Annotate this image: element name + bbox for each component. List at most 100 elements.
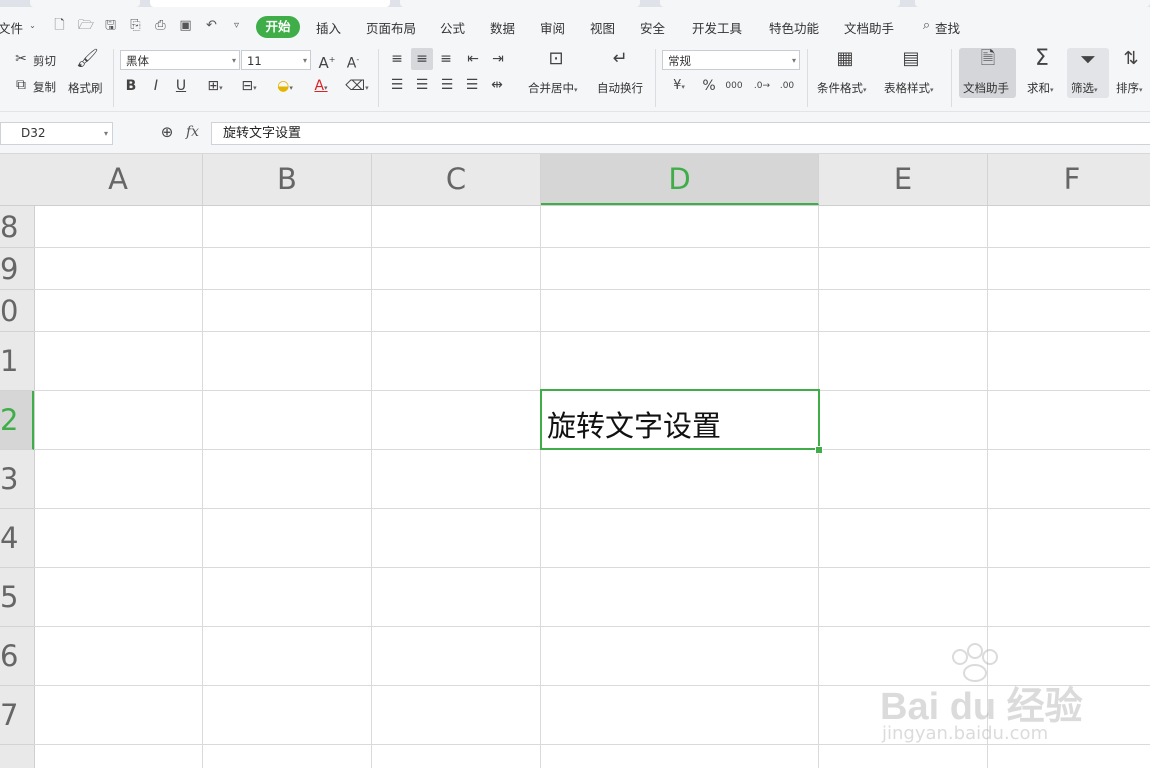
- align-top-icon[interactable]: ≡: [388, 50, 406, 68]
- conditional-format-label[interactable]: 条件格式▾: [817, 80, 867, 96]
- column-header-e[interactable]: E: [819, 154, 988, 205]
- percent-button[interactable]: %: [700, 77, 718, 95]
- zoom-lookup-icon[interactable]: ⊕: [158, 123, 176, 141]
- row-header[interactable]: 9: [0, 248, 34, 290]
- increase-font-icon[interactable]: A+: [318, 51, 336, 72]
- table-style-icon[interactable]: ▤: [898, 50, 924, 68]
- tab-document-active[interactable]: [150, 0, 390, 7]
- currency-icon[interactable]: ¥▾: [666, 77, 692, 96]
- row-header-selected[interactable]: 2: [0, 391, 34, 450]
- table-style-label[interactable]: 表格样式▾: [884, 80, 934, 96]
- column-header-c[interactable]: C: [372, 154, 541, 205]
- name-box[interactable]: D32 ▾: [0, 122, 113, 145]
- search-icon[interactable]: ⌕: [919, 18, 934, 33]
- conditional-format-icon[interactable]: ▦: [832, 50, 858, 68]
- active-cell-d32[interactable]: 旋转文字设置: [540, 389, 820, 450]
- menu-features[interactable]: 特色功能: [769, 18, 819, 37]
- menu-page-layout[interactable]: 页面布局: [366, 18, 416, 37]
- print-preview-icon[interactable]: ▣: [178, 18, 193, 33]
- bold-button[interactable]: B: [123, 77, 139, 95]
- row-header[interactable]: 5: [0, 568, 34, 627]
- copy-icon[interactable]: ⧉: [13, 76, 29, 94]
- tab-document-1[interactable]: [30, 0, 140, 7]
- save-icon[interactable]: 🖫: [103, 18, 118, 33]
- menu-doc-assistant[interactable]: 文档助手: [844, 18, 894, 37]
- fill-handle[interactable]: [815, 446, 823, 454]
- align-bottom-icon[interactable]: ≡: [437, 50, 455, 68]
- align-left-icon[interactable]: ☰: [388, 76, 406, 94]
- decrease-decimal-icon[interactable]: .00: [777, 77, 797, 95]
- row-header[interactable]: 4: [0, 509, 34, 568]
- menu-security[interactable]: 安全: [640, 18, 665, 37]
- menu-developer[interactable]: 开发工具: [692, 18, 742, 37]
- menu-file[interactable]: 文件: [0, 18, 23, 37]
- menu-search[interactable]: 查找: [935, 18, 960, 37]
- borders-icon[interactable]: ⊞▾: [200, 77, 230, 97]
- fill-color-icon[interactable]: ◒▾: [270, 77, 300, 97]
- tab-document-3[interactable]: [660, 0, 900, 7]
- font-color-icon[interactable]: A▾: [306, 77, 336, 97]
- number-format-select[interactable]: 常规 ▾: [662, 50, 800, 70]
- tab-document-4[interactable]: [915, 0, 1150, 7]
- format-painter-icon[interactable]: 🖌: [76, 50, 99, 68]
- column-header-b[interactable]: B: [203, 154, 372, 205]
- sum-icon[interactable]: Σ: [1031, 48, 1053, 70]
- thousands-separator-icon[interactable]: 000: [725, 77, 743, 95]
- decrease-indent-icon[interactable]: ⇤: [464, 50, 482, 68]
- format-painter-label[interactable]: 格式刷: [68, 80, 103, 96]
- italic-button[interactable]: I: [148, 77, 164, 95]
- cut-label[interactable]: 剪切: [33, 53, 56, 69]
- decrease-font-icon[interactable]: A-: [344, 51, 362, 73]
- column-header-d[interactable]: D: [541, 154, 819, 205]
- align-right-icon[interactable]: ☰: [438, 76, 456, 94]
- sort-label[interactable]: 排序▾: [1116, 80, 1143, 96]
- align-center-icon[interactable]: ☰: [413, 76, 431, 94]
- doc-assistant-button[interactable]: 🗎 文档助手: [959, 48, 1016, 98]
- menu-review[interactable]: 审阅: [540, 18, 565, 37]
- formula-input[interactable]: 旋转文字设置: [211, 122, 1150, 145]
- more-actions-icon[interactable]: ▿: [229, 18, 244, 33]
- copy-label[interactable]: 复制: [33, 79, 56, 95]
- format-brush-icon[interactable]: ⎘: [128, 18, 143, 33]
- row-header[interactable]: 6: [0, 627, 34, 686]
- row-header[interactable]: 8: [0, 206, 34, 248]
- increase-indent-icon[interactable]: ⇥: [489, 50, 507, 68]
- file-dropdown-icon[interactable]: ⌄: [25, 18, 40, 33]
- cell-style-icon[interactable]: ⊟▾: [234, 77, 264, 97]
- row-header[interactable]: 3: [0, 450, 34, 509]
- align-middle-icon[interactable]: ≡: [411, 48, 433, 70]
- wrap-text-icon[interactable]: ↵: [607, 50, 633, 68]
- sum-label[interactable]: 求和▾: [1027, 80, 1054, 96]
- justify-icon[interactable]: ☰: [463, 76, 481, 94]
- menu-data[interactable]: 数据: [490, 18, 515, 37]
- font-name-select[interactable]: 黑体 ▾: [120, 50, 240, 70]
- row-header[interactable]: 7: [0, 686, 34, 745]
- fx-button[interactable]: fx: [186, 124, 199, 140]
- row-header[interactable]: 1: [0, 332, 34, 391]
- print-icon[interactable]: ⎙: [153, 18, 168, 33]
- undo-icon[interactable]: ↶: [204, 18, 219, 33]
- underline-button[interactable]: U: [173, 77, 189, 95]
- filter-button[interactable]: ⏷ 筛选▾: [1067, 48, 1109, 98]
- merge-cells-icon[interactable]: ⊡: [543, 50, 569, 68]
- menu-insert[interactable]: 插入: [316, 18, 341, 37]
- scissors-icon[interactable]: ✂: [13, 50, 29, 68]
- column-header-f[interactable]: F: [988, 154, 1150, 205]
- new-file-icon[interactable]: 🗋: [52, 18, 67, 33]
- open-folder-icon[interactable]: 🗁: [78, 18, 94, 33]
- cell-grid[interactable]: 旋转文字设置 Bai du 经验 jingyan.baidu.com: [34, 206, 1150, 768]
- row-header[interactable]: 0: [0, 290, 34, 332]
- menu-formulas[interactable]: 公式: [440, 18, 465, 37]
- merge-center-label[interactable]: 合并居中▾: [528, 80, 578, 96]
- distributed-align-icon[interactable]: ⇹: [488, 76, 506, 94]
- sort-icon[interactable]: ⇅: [1119, 50, 1143, 68]
- increase-decimal-icon[interactable]: .0→: [752, 77, 772, 95]
- clear-eraser-icon[interactable]: ⌫▾: [342, 77, 372, 97]
- wrap-text-label[interactable]: 自动换行: [597, 80, 643, 96]
- column-header-a[interactable]: A: [34, 154, 203, 205]
- menu-home[interactable]: 开始: [256, 16, 300, 38]
- font-size-select[interactable]: 11 ▾: [241, 50, 311, 70]
- row-header[interactable]: [0, 745, 34, 768]
- tab-document-2[interactable]: [400, 0, 640, 7]
- menu-view[interactable]: 视图: [590, 18, 615, 37]
